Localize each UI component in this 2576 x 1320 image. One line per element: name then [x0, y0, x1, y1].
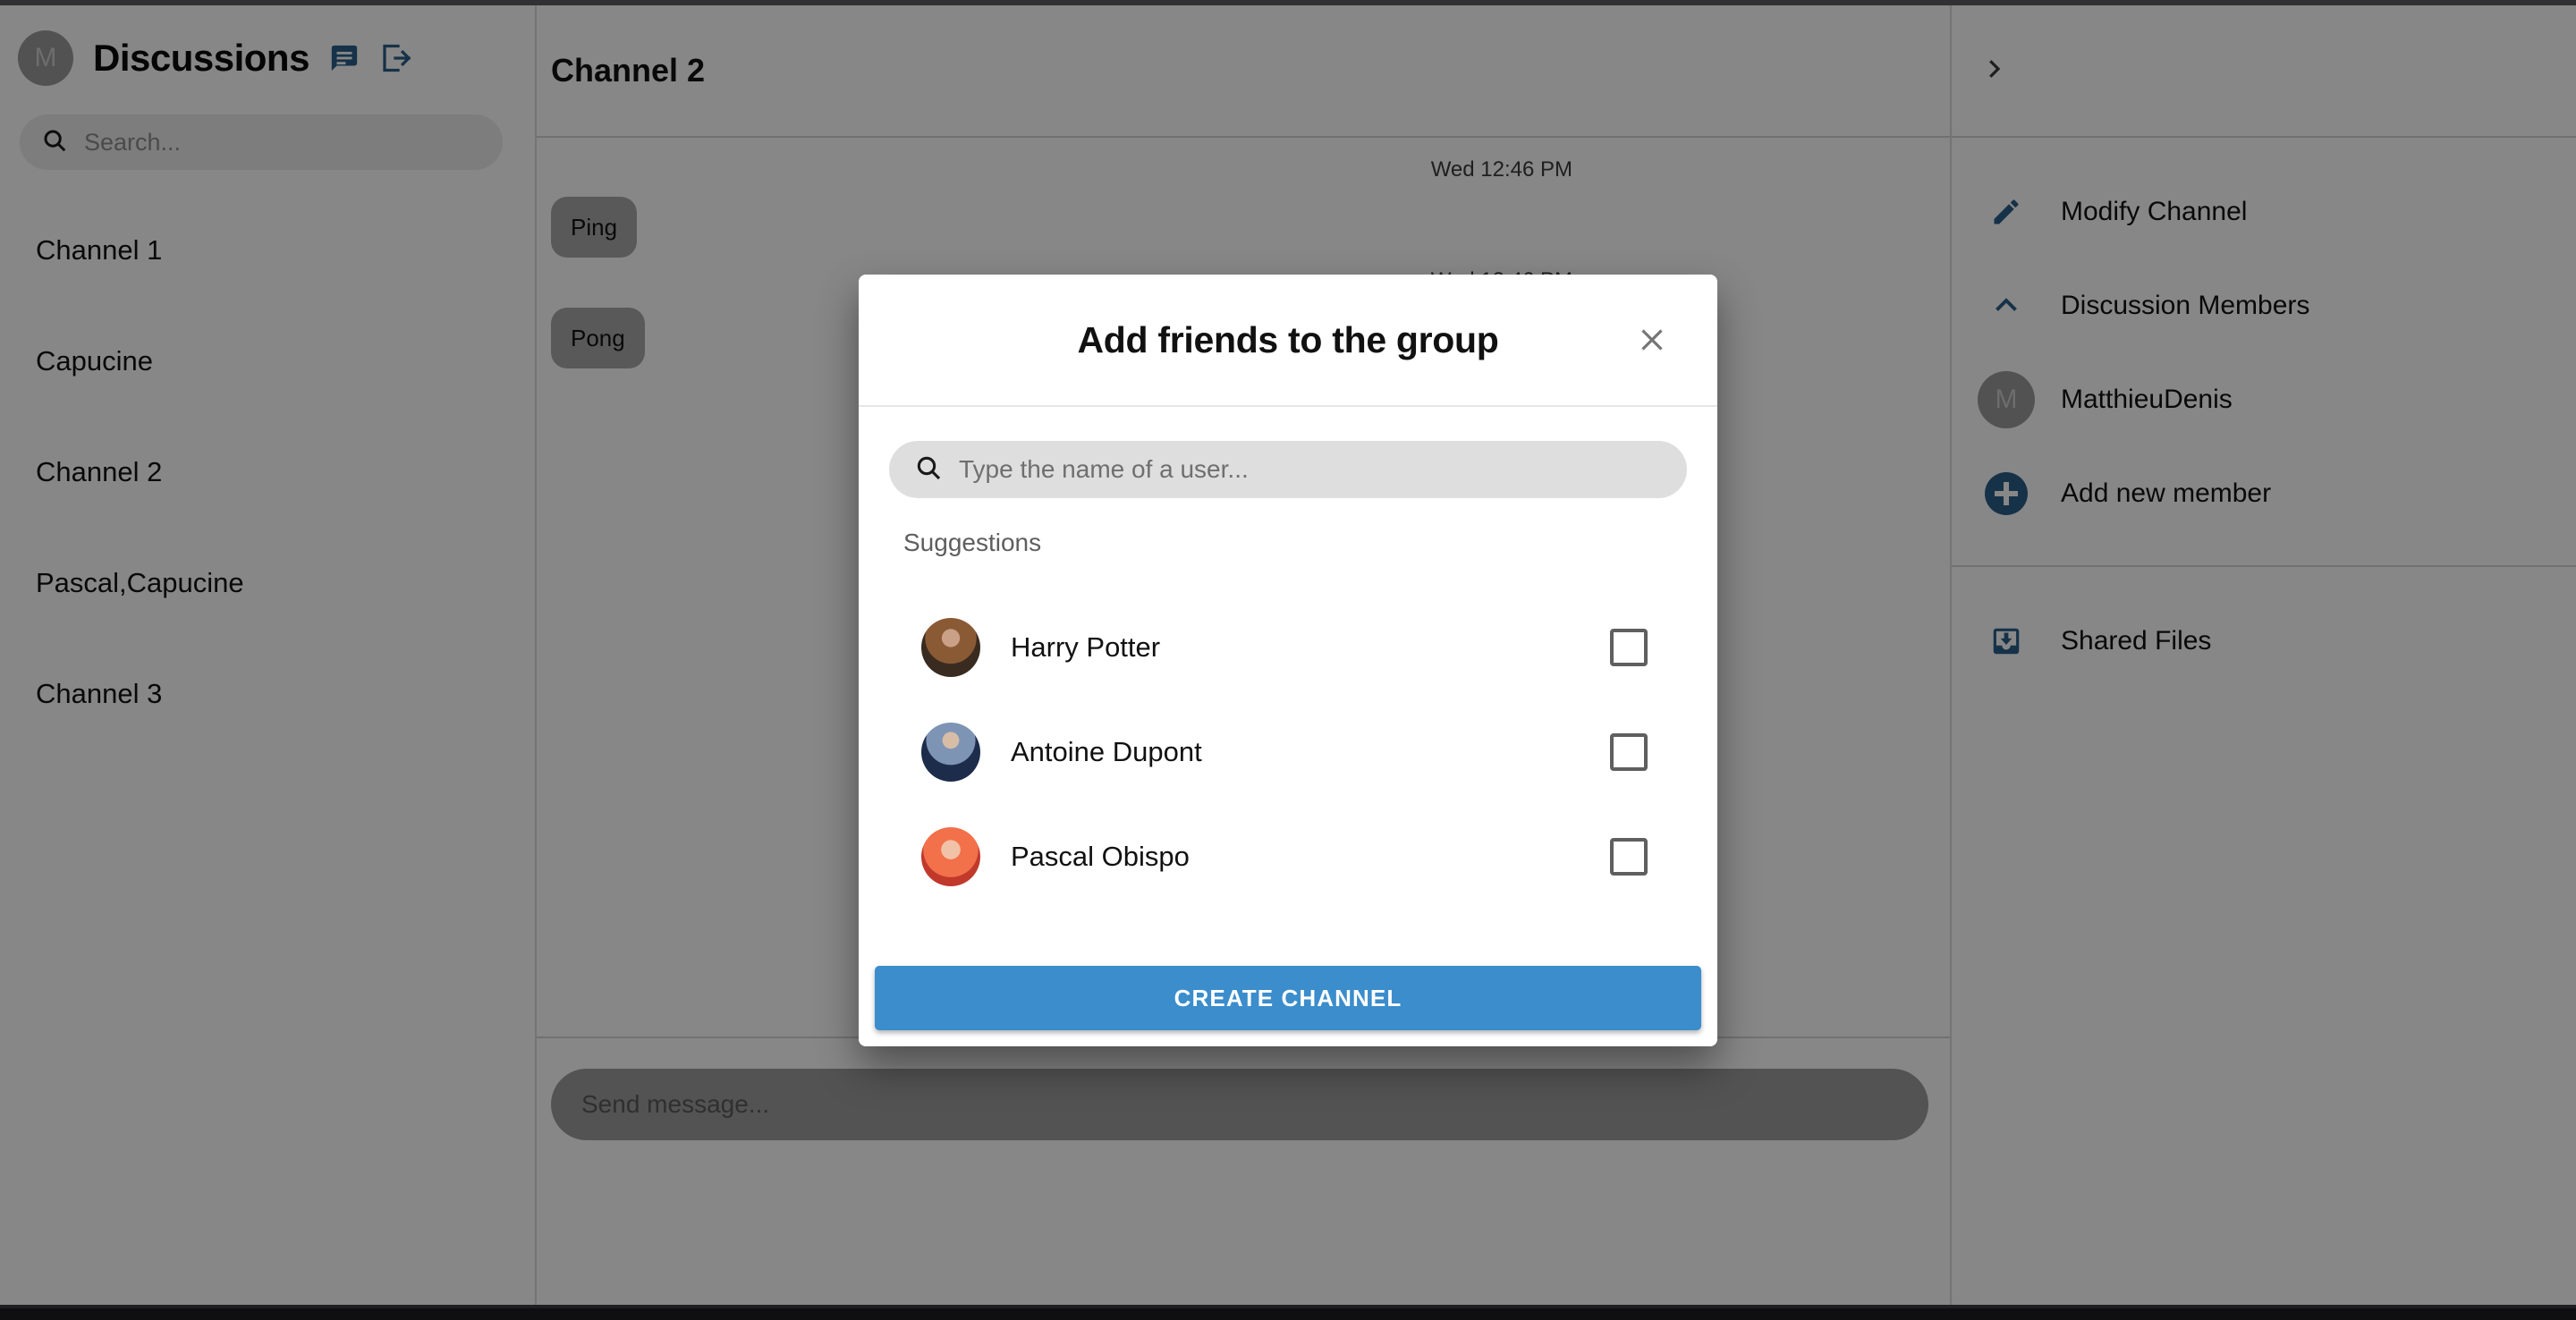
- dialog-footer: CREATE CHANNEL: [859, 966, 1717, 1046]
- suggestion-checkbox[interactable]: [1610, 629, 1648, 666]
- list-item[interactable]: Pascal Obispo: [889, 804, 1687, 909]
- avatar: [921, 723, 980, 782]
- list-item[interactable]: Antoine Dupont: [889, 699, 1687, 804]
- suggestion-name: Antoine Dupont: [1011, 736, 1610, 768]
- dialog-title: Add friends to the group: [1077, 319, 1498, 361]
- close-icon[interactable]: [1626, 314, 1678, 366]
- suggestion-name: Pascal Obispo: [1011, 841, 1610, 873]
- user-search-input[interactable]: Type the name of a user...: [889, 441, 1687, 498]
- app-root: M Discussions: [0, 0, 2576, 1320]
- search-icon: [914, 453, 943, 487]
- dialog-header: Add friends to the group: [859, 275, 1717, 407]
- suggestion-checkbox[interactable]: [1610, 733, 1648, 771]
- avatar: [921, 618, 980, 677]
- dialog-body: Type the name of a user... Suggestions H…: [859, 407, 1717, 909]
- create-channel-button[interactable]: CREATE CHANNEL: [875, 966, 1701, 1030]
- list-item[interactable]: Harry Potter: [889, 595, 1687, 699]
- user-search-placeholder: Type the name of a user...: [959, 455, 1249, 484]
- suggestions-label: Suggestions: [889, 529, 1687, 557]
- suggestion-checkbox[interactable]: [1610, 838, 1648, 876]
- suggestions-list: Harry Potter Antoine Dupont Pascal Obisp…: [889, 595, 1687, 909]
- add-friends-dialog: Add friends to the group Type the name o…: [859, 275, 1717, 1046]
- suggestion-name: Harry Potter: [1011, 631, 1610, 664]
- avatar: [921, 827, 980, 886]
